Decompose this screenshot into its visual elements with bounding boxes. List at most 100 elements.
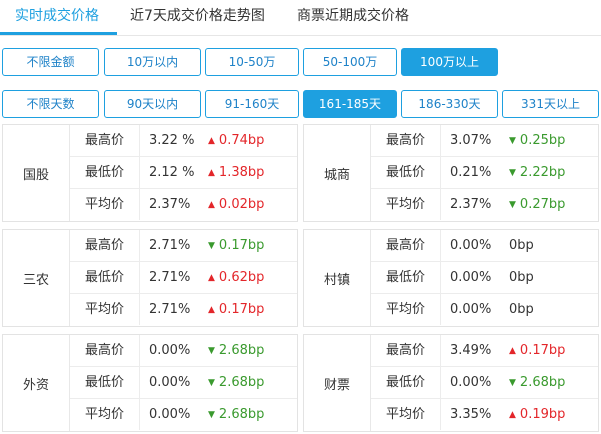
days-filter-under-90[interactable]: 90天以内 <box>104 90 201 118</box>
price-row: 平均价 3.35% ▲ 0.19bp <box>371 399 598 431</box>
amount-filter-over-100w[interactable]: 100万以上 <box>401 48 498 76</box>
price-change-amount: 0.17bp <box>218 238 265 253</box>
arrow-down-icon: ▼ <box>208 378 215 388</box>
price-value: 0.00% <box>450 302 492 317</box>
arrow-up-icon: ▲ <box>509 410 516 420</box>
tab-7day-trend[interactable]: 近7天成交价格走势图 <box>130 0 265 35</box>
price-row: 最低价 0.00% ▼ 2.68bp <box>70 367 297 399</box>
panel-category-label: 国股 <box>3 125 70 221</box>
price-change-amount: 0.19bp <box>519 407 566 422</box>
price-change-amount: 2.68bp <box>218 375 265 390</box>
price-value: 0.00% <box>149 343 191 358</box>
price-row-label: 最低价 <box>371 262 441 293</box>
price-value: 3.49% <box>450 343 492 358</box>
price-row-label: 最高价 <box>70 230 140 261</box>
price-change: ▼ 0.27bp <box>509 189 565 220</box>
price-value: 2.71% <box>149 270 191 285</box>
price-row-label: 最低价 <box>371 367 441 398</box>
panel-category-label: 财票 <box>304 335 371 431</box>
price-value: 0.00% <box>149 375 191 390</box>
price-row-label: 最高价 <box>70 335 140 366</box>
panel-category-label: 外资 <box>3 335 70 431</box>
price-row-label: 平均价 <box>70 399 140 430</box>
price-change: ▼ 2.68bp <box>509 367 565 398</box>
price-row-label: 最高价 <box>70 125 140 156</box>
price-change: ▼ 0.25bp <box>509 125 565 156</box>
days-filter-over-331[interactable]: 331天以上 <box>502 90 599 118</box>
price-change-amount: 0.62bp <box>218 270 265 285</box>
price-row: 平均价 2.71% ▲ 0.17bp <box>70 294 297 326</box>
arrow-up-icon: ▲ <box>208 168 215 178</box>
price-change-amount: 1.38bp <box>218 165 265 180</box>
price-row: 平均价 0.00% 0bp <box>371 294 598 326</box>
price-value: 2.71% <box>149 238 191 253</box>
price-value: 2.71% <box>149 302 191 317</box>
price-panel: 财票 最高价 3.49% ▲ 0.17bp 最低价 0.00% ▼ 2.68bp 平均价 3.35%… <box>303 334 599 432</box>
price-change-amount: 0bp <box>509 238 534 253</box>
tab-bar: 实时成交价格 近7天成交价格走势图 商票近期成交价格 <box>0 0 601 36</box>
arrow-down-icon: ▼ <box>208 410 215 420</box>
price-row-label: 最低价 <box>70 262 140 293</box>
price-value: 3.35% <box>450 407 492 422</box>
amount-filter-10-50w[interactable]: 10-50万 <box>205 48 299 76</box>
price-row-label: 最高价 <box>371 125 441 156</box>
price-row-label: 平均价 <box>70 294 140 325</box>
price-row: 最高价 0.00% ▼ 2.68bp <box>70 335 297 367</box>
price-value: 2.37% <box>149 197 191 212</box>
price-change-amount: 0.74bp <box>218 133 265 148</box>
price-row: 最低价 0.00% ▼ 2.68bp <box>371 367 598 399</box>
price-value: 3.22 % <box>149 133 195 148</box>
price-value: 0.00% <box>450 375 492 390</box>
price-row: 最高价 3.49% ▲ 0.17bp <box>371 335 598 367</box>
price-change: ▼ 2.22bp <box>509 157 565 188</box>
price-row: 平均价 0.00% ▼ 2.68bp <box>70 399 297 431</box>
arrow-down-icon: ▼ <box>208 346 215 356</box>
panel-category-label: 城商 <box>304 125 371 221</box>
price-change: ▲ 0.74bp <box>208 125 264 156</box>
price-change-amount: 2.68bp <box>519 375 566 390</box>
price-row-label: 最高价 <box>371 230 441 261</box>
price-row: 最低价 0.21% ▼ 2.22bp <box>371 157 598 189</box>
price-change: ▼ 2.68bp <box>208 399 264 430</box>
price-panel: 城商 最高价 3.07% ▼ 0.25bp 最低价 0.21% ▼ 2.22bp 平均价 2.37%… <box>303 124 599 222</box>
price-change-amount: 0.17bp <box>519 343 566 358</box>
price-change: ▲ 0.17bp <box>208 294 264 325</box>
amount-filter-50-100w[interactable]: 50-100万 <box>303 48 397 76</box>
price-row: 最低价 2.12 % ▲ 1.38bp <box>70 157 297 189</box>
price-change: ▼ 2.68bp <box>208 335 264 366</box>
active-tab-indicator <box>0 32 117 35</box>
arrow-down-icon: ▼ <box>208 241 215 251</box>
price-change: 0bp <box>509 230 534 261</box>
amount-filter-row: 不限金额 10万以内 10-50万 50-100万 100万以上 <box>0 48 601 76</box>
price-row-label: 平均价 <box>70 189 140 220</box>
days-filter-91-160[interactable]: 91-160天 <box>205 90 299 118</box>
price-change: 0bp <box>509 294 534 325</box>
price-change-amount: 0bp <box>509 270 534 285</box>
price-panel: 外资 最高价 0.00% ▼ 2.68bp 最低价 0.00% ▼ 2.68bp 平均价 0.00%… <box>2 334 298 432</box>
price-change-amount: 2.22bp <box>519 165 566 180</box>
days-filter-any[interactable]: 不限天数 <box>2 90 99 118</box>
price-change-amount: 0.17bp <box>218 302 265 317</box>
price-value: 2.12 % <box>149 165 195 180</box>
arrow-up-icon: ▲ <box>208 200 215 210</box>
price-row: 最高价 2.71% ▼ 0.17bp <box>70 230 297 262</box>
arrow-down-icon: ▼ <box>509 378 516 388</box>
days-filter-161-185[interactable]: 161-185天 <box>303 90 397 118</box>
tab-realtime-price[interactable]: 实时成交价格 <box>15 0 99 35</box>
price-change: ▲ 0.62bp <box>208 262 264 293</box>
price-change-amount: 2.68bp <box>218 343 265 358</box>
price-panel: 国股 最高价 3.22 % ▲ 0.74bp 最低价 2.12 % ▲ 1.38bp 平均价 2.3… <box>2 124 298 222</box>
tab-commercial-bill-price[interactable]: 商票近期成交价格 <box>297 0 409 35</box>
price-panel: 三农 最高价 2.71% ▼ 0.17bp 最低价 2.71% ▲ 0.62bp 平均价 2.71%… <box>2 229 298 327</box>
amount-filter-under-10w[interactable]: 10万以内 <box>104 48 201 76</box>
days-filter-row: 不限天数 90天以内 91-160天 161-185天 186-330天 331… <box>0 90 601 118</box>
panel-category-label: 三农 <box>3 230 70 326</box>
price-row-label: 平均价 <box>371 399 441 430</box>
price-change-amount: 0.02bp <box>218 197 265 212</box>
price-value: 0.21% <box>450 165 492 180</box>
price-row: 最低价 0.00% 0bp <box>371 262 598 294</box>
days-filter-186-330[interactable]: 186-330天 <box>401 90 498 118</box>
arrow-up-icon: ▲ <box>509 346 516 356</box>
panel-category-label: 村镇 <box>304 230 371 326</box>
amount-filter-any[interactable]: 不限金额 <box>2 48 99 76</box>
